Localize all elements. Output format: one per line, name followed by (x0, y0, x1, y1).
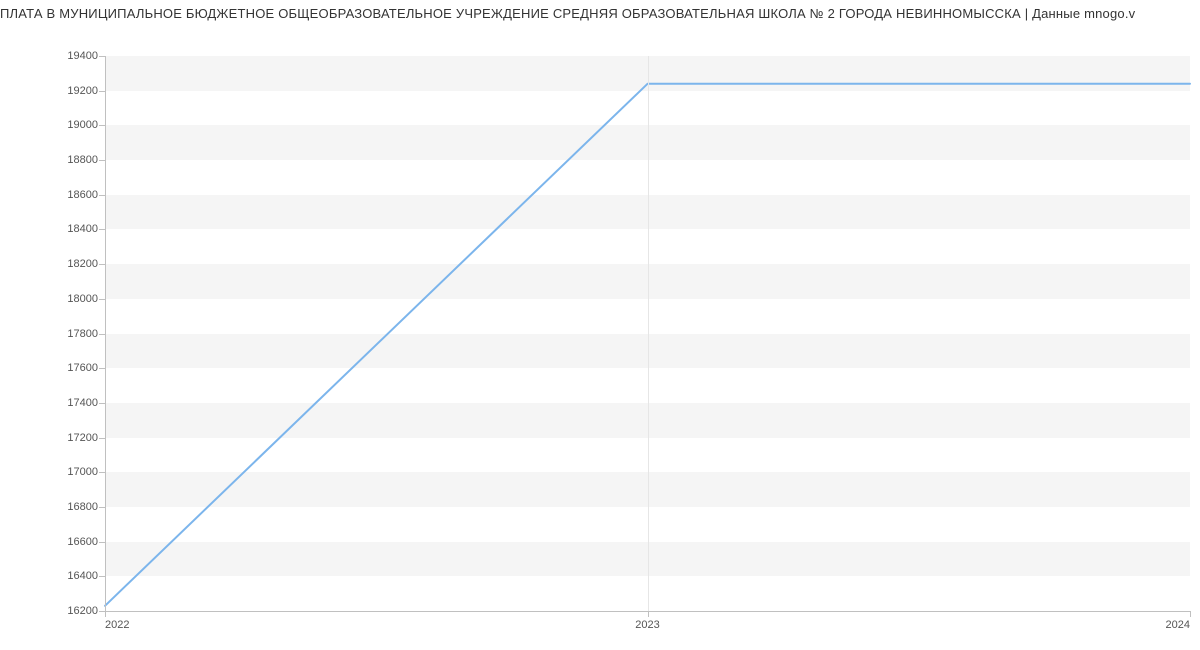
y-tick-label: 19000 (67, 119, 98, 131)
y-tick-label: 17600 (67, 362, 98, 374)
y-tick-label: 17400 (67, 397, 98, 409)
y-tick (99, 160, 105, 161)
x-tick (1190, 611, 1191, 617)
x-gridline (648, 56, 649, 611)
y-tick (99, 56, 105, 57)
y-tick (99, 229, 105, 230)
y-tick (99, 403, 105, 404)
y-tick-label: 19200 (67, 85, 98, 97)
y-tick (99, 542, 105, 543)
y-tick (99, 125, 105, 126)
y-tick-label: 18200 (67, 258, 98, 270)
y-tick (99, 368, 105, 369)
x-tick (105, 611, 106, 617)
y-tick-label: 17000 (67, 466, 98, 478)
y-axis (105, 56, 106, 611)
chart-title: ПЛАТА В МУНИЦИПАЛЬНОЕ БЮДЖЕТНОЕ ОБЩЕОБРА… (0, 0, 1200, 21)
y-tick-label: 18800 (67, 154, 98, 166)
y-tick-label: 17800 (67, 328, 98, 340)
y-tick (99, 299, 105, 300)
y-tick-label: 18400 (67, 223, 98, 235)
y-tick-label: 16600 (67, 536, 98, 548)
y-tick (99, 195, 105, 196)
x-tick-label: 2023 (635, 619, 659, 631)
y-tick-label: 17200 (67, 432, 98, 444)
y-tick (99, 91, 105, 92)
y-tick (99, 472, 105, 473)
x-tick (648, 611, 649, 617)
x-tick-label: 2024 (1166, 619, 1190, 631)
y-tick (99, 576, 105, 577)
y-tick (99, 334, 105, 335)
y-tick (99, 264, 105, 265)
y-tick (99, 507, 105, 508)
y-tick-label: 16200 (67, 605, 98, 617)
y-tick-label: 19400 (67, 50, 98, 62)
y-tick-label: 16800 (67, 501, 98, 513)
chart-area: 16200 16400 16600 16800 17000 17200 17400 17600… (0, 21, 1200, 641)
y-tick-label: 16400 (67, 570, 98, 582)
y-tick-label: 18000 (67, 293, 98, 305)
y-tick (99, 438, 105, 439)
y-tick-label: 18600 (67, 189, 98, 201)
x-tick-label: 2022 (105, 619, 129, 631)
